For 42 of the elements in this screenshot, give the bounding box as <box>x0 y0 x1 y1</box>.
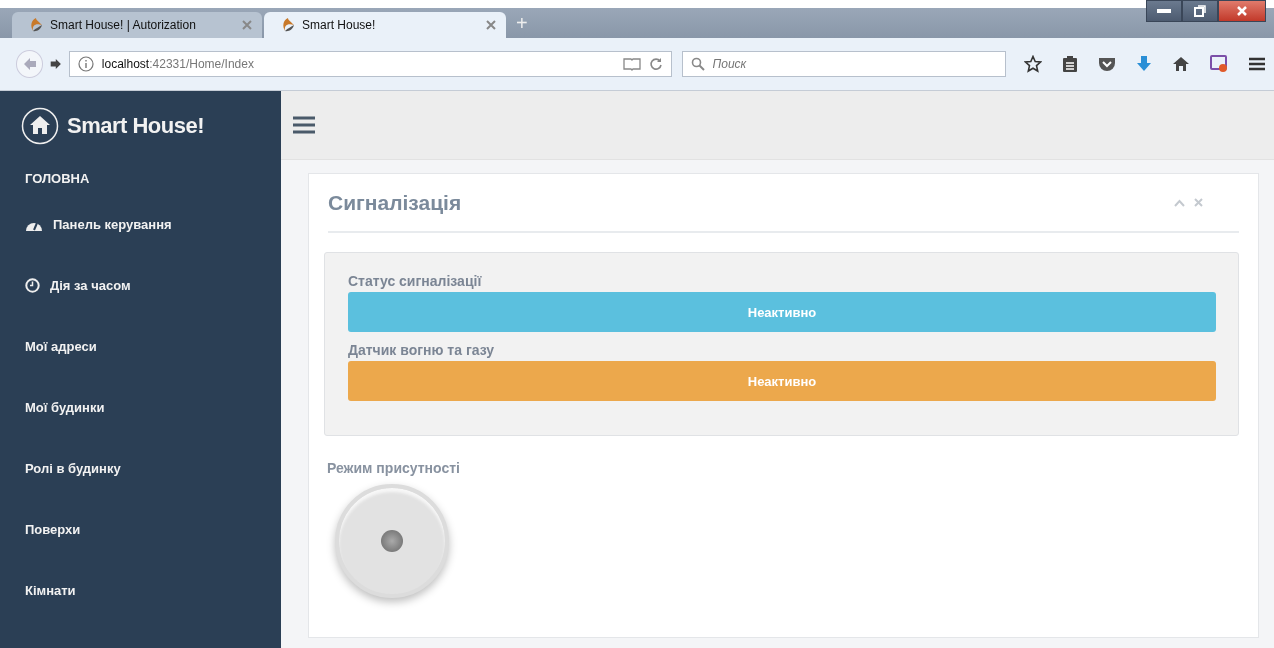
close-icon[interactable] <box>486 20 496 30</box>
minimize-icon <box>1157 8 1171 14</box>
menu-icon[interactable] <box>293 116 315 134</box>
presence-toggle[interactable] <box>335 484 449 598</box>
star-icon[interactable] <box>1024 55 1042 73</box>
status-label: Датчик вогню та газу <box>348 342 496 358</box>
url-text: localhost:42331/Home/Index <box>101 57 255 71</box>
search-field[interactable]: Поиск <box>681 51 1006 77</box>
browser-tab[interactable]: Smart House! | Autorization <box>12 12 262 38</box>
menu-icon[interactable] <box>1248 56 1266 72</box>
sidebar-item[interactable]: Кімнати <box>25 583 76 598</box>
panel-title: Сигналізація <box>328 190 463 215</box>
sidebar-item[interactable]: Панель керування <box>53 217 172 232</box>
home-icon[interactable] <box>1172 56 1190 72</box>
pocket-icon[interactable] <box>1098 56 1116 72</box>
maximize-button[interactable] <box>1182 0 1218 22</box>
home-logo-icon <box>21 107 59 145</box>
sidebar-item[interactable]: Поверхи <box>25 522 81 537</box>
browser-tab[interactable]: Smart House! <box>264 12 506 38</box>
presence-label: Режим присутності <box>327 460 461 476</box>
reader-view-icon[interactable] <box>622 57 641 71</box>
status-label: Статус сигналізації <box>348 273 483 289</box>
minimize-button[interactable] <box>1146 0 1182 22</box>
forward-arrow-icon[interactable] <box>49 57 63 71</box>
address-bar[interactable]: localhost:42331/Home/Index <box>68 51 672 77</box>
sidebar-item[interactable]: Дія за часом <box>50 278 131 293</box>
reload-icon[interactable] <box>648 57 663 71</box>
status-bar: Неактивно <box>348 292 1216 332</box>
download-icon[interactable] <box>1136 55 1152 73</box>
sidebar-item[interactable]: Мої адреси <box>25 339 97 354</box>
sidebar-item[interactable]: Ролі в будинку <box>25 461 121 476</box>
close-window-button[interactable] <box>1218 0 1266 22</box>
status-bar: Неактивно <box>348 361 1216 401</box>
clipboard-icon[interactable] <box>1062 55 1078 73</box>
info-icon <box>77 56 94 72</box>
screen-capture-icon[interactable] <box>1210 55 1228 73</box>
close-icon <box>1236 5 1248 17</box>
clock-icon <box>25 278 40 293</box>
section-heading: ГОЛОВНА <box>24 170 91 188</box>
brand-title[interactable]: Smart House! <box>67 113 205 139</box>
sidebar-item[interactable]: Мої будинки <box>25 400 105 415</box>
restore-icon <box>1194 5 1206 17</box>
